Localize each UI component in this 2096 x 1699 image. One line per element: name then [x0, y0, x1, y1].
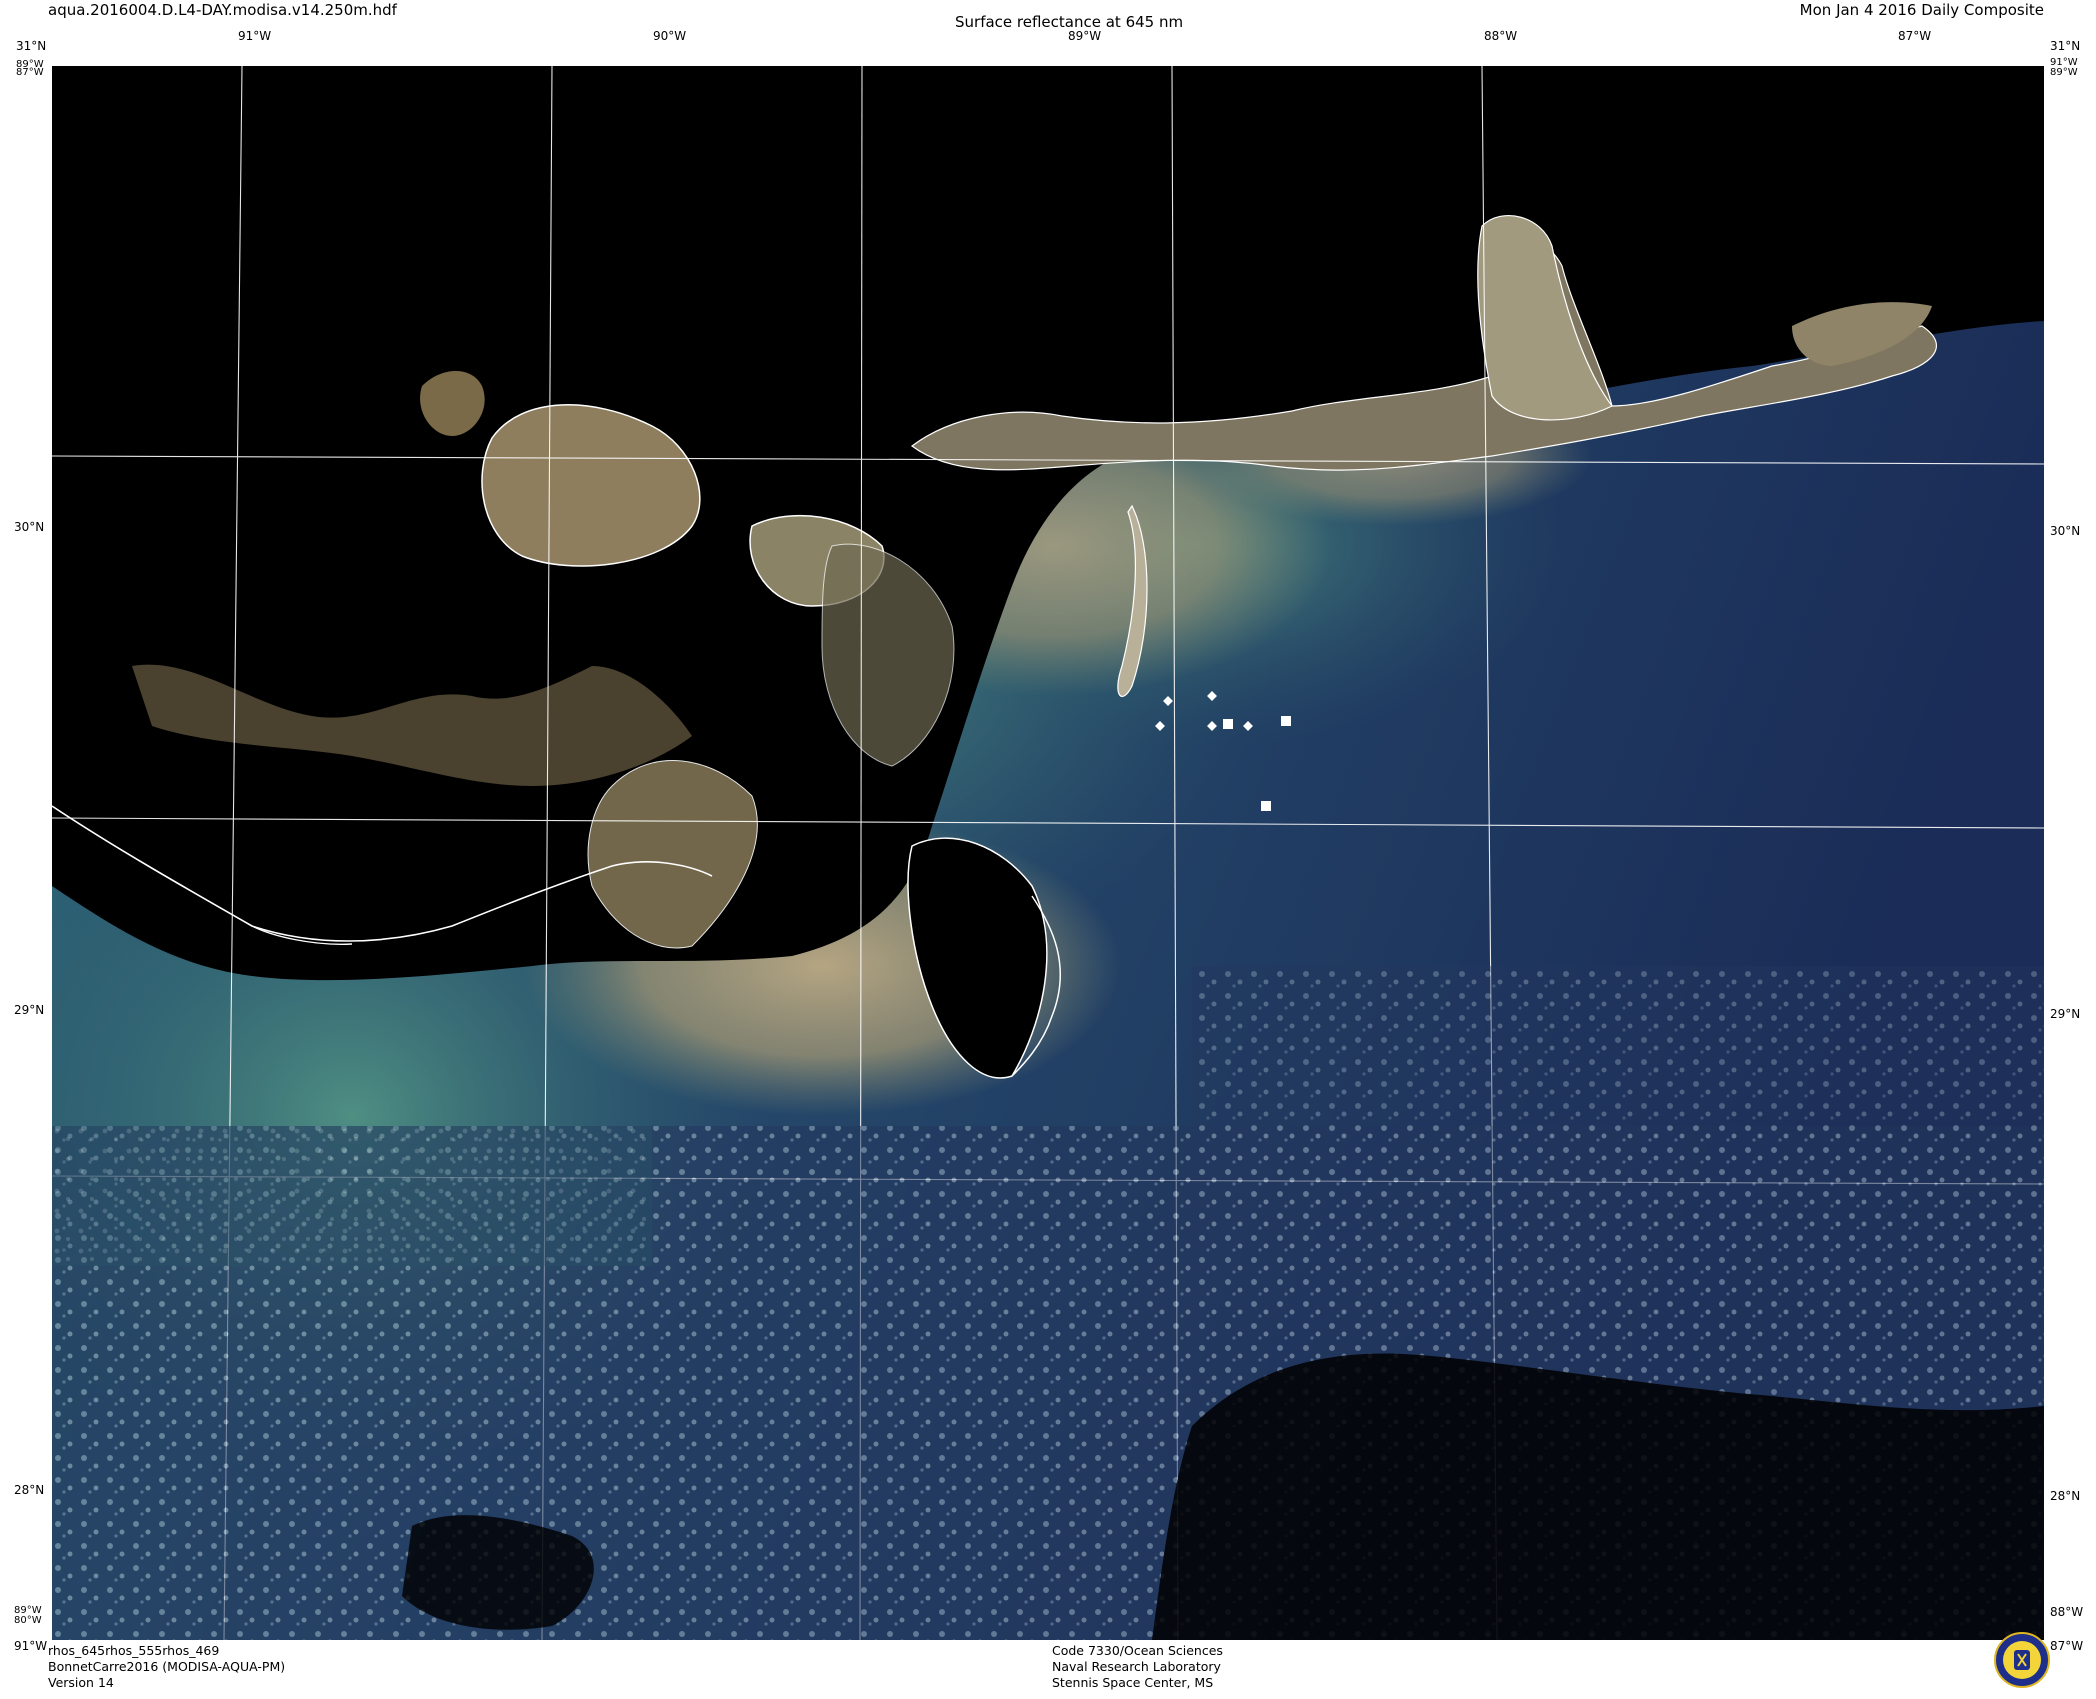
cloud-field-east — [1192, 966, 2044, 1126]
lon-label-89w: 89°W — [1068, 29, 1102, 43]
composite-date: Mon Jan 4 2016 Daily Composite — [1799, 1, 2044, 19]
footer-bands: rhos_645rhos_555rhos_469 — [48, 1643, 220, 1658]
satellite-map — [52, 66, 2044, 1640]
lat-label-right-30n: 30°N — [2050, 524, 2081, 538]
footer-project: BonnetCarre2016 (MODISA-AQUA-PM) — [48, 1659, 286, 1674]
corner-tl-2: 87°W — [16, 67, 44, 78]
corner-bl-1: 80°W — [14, 1615, 42, 1626]
file-name: aqua.2016004.D.L4-DAY.modisa.v14.250m.hd… — [48, 1, 397, 19]
footer-code: Code 7330/Ocean Sciences — [1052, 1643, 1223, 1658]
lat-label-right-29n: 29°N — [2050, 1007, 2081, 1021]
corner-br-0: 88°W — [2050, 1605, 2084, 1619]
lon-label-90w: 90°W — [653, 29, 687, 43]
corner-tr-2: 89°W — [2050, 67, 2078, 78]
navy-seal-icon — [1994, 1632, 2050, 1688]
corner-tr-0: 31°N — [2050, 39, 2081, 53]
footer-version: Version 14 — [48, 1675, 114, 1690]
lat-label-left-30n: 30°N — [14, 520, 45, 534]
square-marker — [1223, 719, 1233, 729]
lat-label-left-28n: 28°N — [14, 1483, 45, 1497]
lon-label-87w: 87°W — [1898, 29, 1932, 43]
footer-lab: Naval Research Laboratory — [1052, 1659, 1221, 1674]
cloud-field-west — [52, 1126, 652, 1266]
corner-br-1: 87°W — [2050, 1639, 2084, 1653]
corner-bl-2: 91°W — [14, 1639, 48, 1653]
corner-tl-0: 31°N — [16, 39, 47, 53]
lon-label-91w: 91°W — [238, 29, 272, 43]
square-marker — [1281, 716, 1291, 726]
map-canvas — [52, 66, 2044, 1640]
lat-label-left-29n: 29°N — [14, 1003, 45, 1017]
footer-location: Stennis Space Center, MS — [1052, 1675, 1214, 1690]
lon-label-88w: 88°W — [1484, 29, 1518, 43]
square-marker — [1261, 801, 1271, 811]
lat-label-right-28n: 28°N — [2050, 1489, 2081, 1503]
